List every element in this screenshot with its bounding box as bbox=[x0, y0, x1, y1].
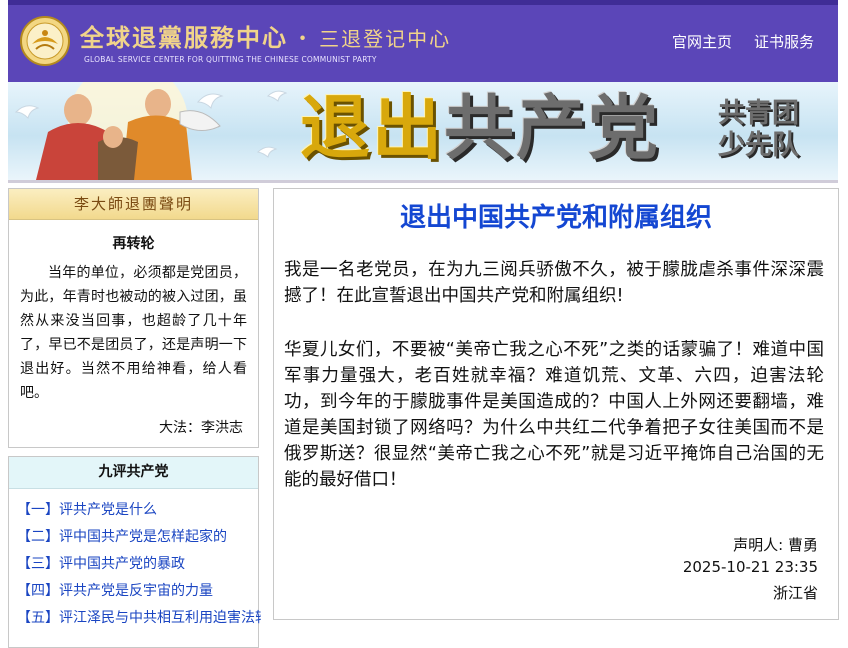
banner-side-text: 共青团 少先队 bbox=[718, 98, 799, 162]
main-statement-panel: 退出中国共产党和附属组织 我是一名老党员，在为九三阅兵骄傲不久，被于朦胧虐杀事件… bbox=[273, 188, 839, 620]
commentary-link-2[interactable]: 【二】评中国共产党是怎样起家的 bbox=[17, 524, 261, 551]
statement-title: 再转轮 bbox=[112, 236, 155, 252]
nav-link-home[interactable]: 官网主页 bbox=[672, 31, 732, 52]
site-title-separator: · bbox=[298, 23, 309, 52]
main-paragraph-2: 华夏儿女们，不要被“美帝亡我之心不死”之类的话蒙骗了！难道中国军事力量强大，老百… bbox=[284, 340, 824, 490]
banner-title-ccp: 共产党 bbox=[444, 86, 660, 169]
banner-divider bbox=[8, 180, 838, 183]
statement-signature: 大法：李洪志 bbox=[159, 420, 243, 436]
banner-side-pioneers: 少先队 bbox=[718, 130, 799, 161]
nine-commentaries-list: 【一】评共产党是什么 【二】评中国共产党是怎样起家的 【三】评中国共产党的暴政 … bbox=[17, 497, 261, 632]
banner-title: 退出共产党 bbox=[300, 88, 660, 168]
header-top-line bbox=[8, 0, 838, 5]
statement-box: 李大師退團聲明 再转轮 当年的单位，必须都是党团员，为此，年青时也被动的被入过团… bbox=[8, 188, 259, 448]
site-title-english: GLOBAL SERVICE CENTER FOR QUITTING THE C… bbox=[84, 55, 377, 64]
declaration-datetime: 2025-10-21 23:35 bbox=[682, 558, 818, 576]
nine-commentaries-box: 九评共产党 【一】评共产党是什么 【二】评中国共产党是怎样起家的 【三】评中国共… bbox=[8, 456, 261, 648]
commentary-link-5[interactable]: 【五】评江泽民与中共相互利用迫害法轮功 bbox=[17, 605, 261, 632]
commentary-link-3[interactable]: 【三】评中国共产党的暴政 bbox=[17, 551, 261, 578]
main-paragraph-1: 我是一名老党员，在为九三阅兵骄傲不久，被于朦胧虐杀事件深深震撼了！在此宣誓退出中… bbox=[284, 260, 824, 306]
banner-side-league: 共青团 bbox=[718, 98, 799, 129]
main-title: 退出中国共产党和附属组织 bbox=[399, 203, 712, 233]
site-header: 全球退黨服務中心 · 三退登记中心 GLOBAL SERVICE CENTER … bbox=[8, 0, 838, 82]
declarant-name: 声明人: 曹勇 bbox=[733, 536, 818, 554]
nine-commentaries-header: 九评共产党 bbox=[9, 457, 258, 489]
banner-title-quit: 退出 bbox=[300, 86, 444, 169]
site-title-main: 全球退黨服務中心 bbox=[80, 23, 288, 52]
commentary-link-1[interactable]: 【一】评共产党是什么 bbox=[17, 497, 261, 524]
statement-box-header: 李大師退團聲明 bbox=[9, 189, 258, 220]
banner: 退出共产党 共青团 少先队 bbox=[8, 82, 838, 180]
statement-body: 当年的单位，必须都是党团员，为此，年青时也被动的被入过团，虽然从来没当回事，也超… bbox=[20, 265, 247, 401]
nav-link-certificate[interactable]: 证书服务 bbox=[754, 31, 814, 52]
declarant-province: 浙江省 bbox=[772, 584, 818, 602]
site-logo-icon[interactable] bbox=[20, 16, 70, 66]
site-title-sub: 三退登记中心 bbox=[319, 27, 452, 51]
top-nav: 官网主页 证书服务 bbox=[672, 31, 814, 52]
site-title: 全球退黨服務中心 · 三退登记中心 bbox=[80, 18, 451, 53]
commentary-link-4[interactable]: 【四】评共产党是反宇宙的力量 bbox=[17, 578, 261, 605]
banner-illustration-icon bbox=[14, 82, 288, 180]
